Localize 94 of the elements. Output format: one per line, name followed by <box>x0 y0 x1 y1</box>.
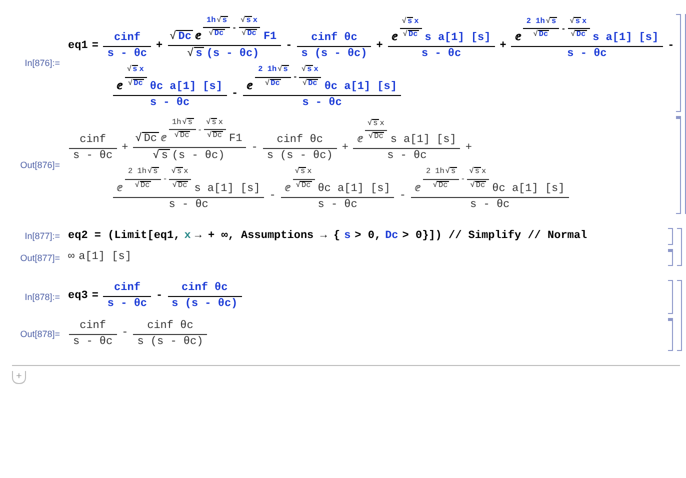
math-term: s - θc <box>567 48 607 60</box>
math-term: cinf <box>114 282 140 294</box>
math-term: s (s - θc) <box>172 298 238 310</box>
radical-sign: √ <box>170 31 176 44</box>
math-operator: ⅇ <box>161 133 166 146</box>
math-term: s <box>344 230 351 242</box>
math-term: s - θc <box>470 198 510 211</box>
math-term: s <box>196 48 202 60</box>
math-term: Dc <box>144 133 158 146</box>
math-term: cinf θc <box>182 282 228 294</box>
math-term: F1 <box>229 133 242 146</box>
math-operator: - <box>286 40 292 52</box>
math-operator: → + ∞, Assumptions → { <box>194 230 340 242</box>
math-operator: ⅇ <box>117 182 122 194</box>
math-operator: - <box>251 142 258 154</box>
math-term: s (s - θc) <box>137 336 204 348</box>
math-operator: = <box>92 40 98 52</box>
math-term: cinf <box>80 320 106 332</box>
cell-bracket[interactable] <box>668 228 673 246</box>
math-operator: - <box>269 190 276 202</box>
math-operator: > 0, <box>354 230 382 242</box>
math-operator: + <box>500 40 506 52</box>
math-operator: - <box>232 88 238 100</box>
math-operator: eq2 = (Limit[eq1, <box>68 230 180 242</box>
math-operator: - <box>399 190 406 202</box>
math-term: s a[1] [s] <box>390 134 456 146</box>
math-term: s a[1] [s] <box>592 32 659 44</box>
cell-label: Out[876]= <box>19 160 61 170</box>
math-operator: ⅇ <box>357 134 362 146</box>
math-term: s a[1] [s] <box>424 32 491 44</box>
math-term: s - θc <box>387 150 427 162</box>
math-operator: + <box>465 142 472 154</box>
cell-label: Out[877]= <box>19 252 61 263</box>
math-term: a[1] [s] <box>78 251 132 264</box>
math-operator: ⅇ <box>392 32 397 44</box>
math-term: s - θc <box>168 198 208 211</box>
math-term: s - θc <box>107 48 148 60</box>
math-operator: - <box>156 290 163 302</box>
math-term: s (s - θc) <box>301 48 368 60</box>
math-term: cinf θc <box>147 320 194 332</box>
math-term: cinf θc <box>276 134 323 146</box>
math-term: s - θc <box>150 96 190 109</box>
math-term: F1 <box>263 31 277 44</box>
math-operator: eq1 <box>68 40 88 52</box>
math-term: cinf <box>114 32 140 44</box>
math-operator: ⅇ <box>515 32 520 44</box>
math-operator: = <box>92 290 98 302</box>
math-term: Dc <box>178 31 192 44</box>
math-term: θc a[1] [s] <box>492 182 565 194</box>
math-term: (s - θc) <box>172 150 225 162</box>
math-operator: + <box>342 142 348 154</box>
math-term: cinf θc <box>311 32 358 44</box>
math-term: s <box>161 150 168 162</box>
math-term: θc a[1] [s] <box>324 80 397 93</box>
cell-label: Out[878]= <box>19 329 61 340</box>
math-term: x <box>184 230 191 242</box>
math-term: s - θc <box>73 336 113 348</box>
math-operator: ⅇ <box>117 80 122 93</box>
math-operator: ⅇ <box>414 182 420 194</box>
math-operator: > 0}]) // Simplify // Normal <box>402 230 588 242</box>
math-term: s - θc <box>107 298 148 310</box>
math-term: s (s - θc) <box>266 150 333 162</box>
cell-bracket[interactable] <box>668 318 673 351</box>
math-operator: - <box>122 327 128 340</box>
cell-bracket[interactable] <box>676 14 682 112</box>
cell-label: In[878]:= <box>24 292 61 302</box>
math-term: cinf <box>80 134 106 146</box>
math-term: Dc <box>385 230 398 242</box>
math-term: s - θc <box>73 150 113 162</box>
math-operator: + <box>156 40 163 52</box>
math-term: θc a[1] [s] <box>318 182 390 194</box>
math-operator: + <box>122 142 128 154</box>
math-operator: ∞ <box>68 251 75 264</box>
cell-label: In[876]:= <box>24 58 61 68</box>
math-term: θc a[1] [s] <box>150 80 222 93</box>
math-operator: ⅇ <box>284 182 290 194</box>
cell-bracket[interactable] <box>668 280 673 314</box>
math-term: s - θc <box>318 198 358 211</box>
cell-label: In[877]:= <box>24 231 61 242</box>
math-operator: ⅇ <box>195 31 200 44</box>
math-term: s - θc <box>302 96 342 109</box>
math-operator: ⅇ <box>247 80 252 93</box>
radical-sign: √ <box>152 150 160 162</box>
math-operator: eq3 <box>68 290 88 302</box>
math-term: (s - θc) <box>206 48 260 60</box>
math-term: s - θc <box>422 48 462 60</box>
math-operator: - <box>668 40 674 52</box>
math-term: s a[1] [s] <box>194 182 260 194</box>
cell-bracket[interactable] <box>668 249 673 266</box>
radical-sign: √ <box>135 133 142 146</box>
radical-sign: √ <box>187 48 194 60</box>
add-cell-button[interactable]: + <box>12 371 26 384</box>
cell-bracket[interactable] <box>676 116 682 214</box>
math-operator: + <box>376 40 383 52</box>
